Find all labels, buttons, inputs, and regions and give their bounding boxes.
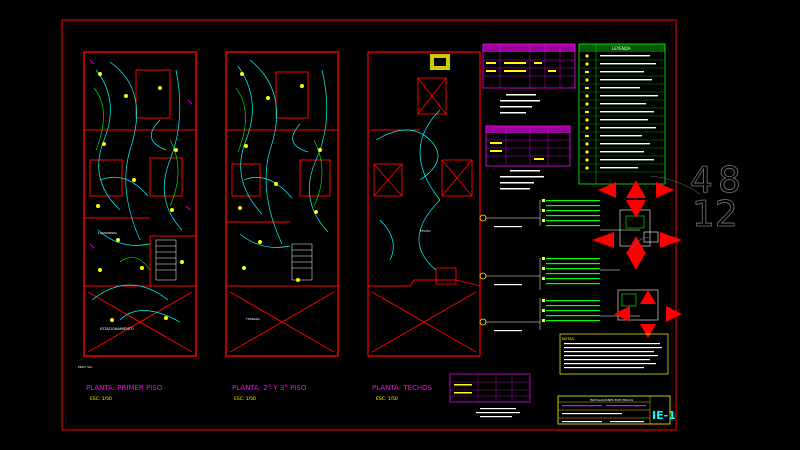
plan-title-first-floor: PLANTA: PRIMER PISO xyxy=(86,384,163,392)
plan-title-second-floor: PLANTA: 2° Y 3° PISO xyxy=(232,384,307,392)
first-floor-room-label: ESTACIONAMIENTO xyxy=(100,327,134,331)
title-block-header: INSTALACIONES ELECTRICAS xyxy=(590,398,633,402)
second-floor-room-label: TERRAZA xyxy=(245,317,261,321)
cad-drawing-sheet: ESTACIONAMIENTO LAVANDERIA PROY. VIA PLA… xyxy=(0,0,800,450)
street-label: PROY. VIA xyxy=(78,365,93,369)
first-floor-room-label-2: LAVANDERIA xyxy=(98,231,118,235)
plan-scale-roof: ESC: 1/50 xyxy=(376,396,398,402)
sheet-code: IE-1 xyxy=(652,409,676,422)
plan-title-roof: PLANTA: TECHOS xyxy=(372,384,433,392)
legend-title: LEYENDA xyxy=(612,46,631,51)
roof-area-label: TECHO xyxy=(419,229,431,233)
notes-title: NOTAS xyxy=(562,337,575,341)
overlay-number-12: 12 xyxy=(692,194,738,235)
plan-scale-first-floor: ESC: 1/50 xyxy=(90,396,112,402)
plan-scale-second-floor: ESC: 1/50 xyxy=(234,396,256,402)
